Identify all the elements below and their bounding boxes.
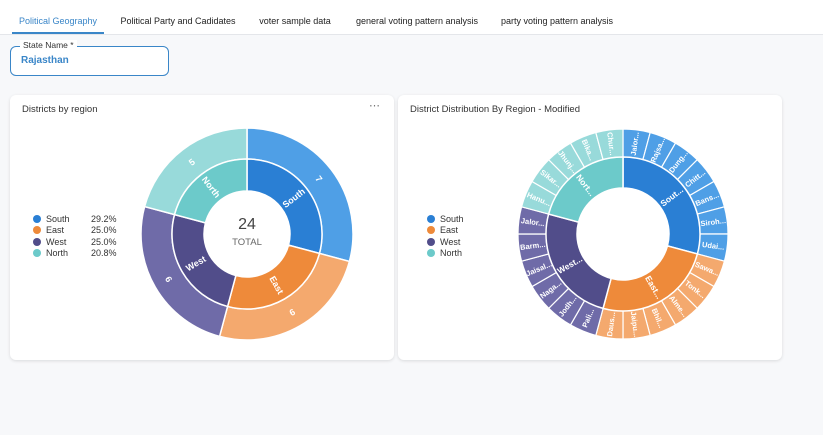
tab-political-geography[interactable]: Political Geography	[12, 8, 104, 34]
state-name-label: State Name *	[20, 40, 77, 50]
state-name-input[interactable]	[21, 55, 161, 66]
state-name-field[interactable]: State Name *	[10, 40, 169, 76]
districts-by-region-card: Districts by region ⋯ South 29.2% East 25.0…	[10, 95, 394, 360]
tab-voter-sample-data[interactable]: voter sample data	[254, 8, 336, 34]
center-total-value: 24	[238, 216, 256, 233]
district-distribution-card: District Distribution By Region - Modifi…	[398, 95, 782, 360]
tab-party-voting-pattern[interactable]: party voting pattern analysis	[496, 8, 618, 34]
sunburst-chart: Jalor... Rajsa... Dung...Chitt...Bans...Si…	[517, 128, 729, 340]
tab-bar: Political Geography Political Party and …	[0, 0, 823, 35]
tab-general-voting-pattern[interactable]: general voting pattern analysis	[350, 8, 484, 34]
center-total-label: TOTAL	[232, 237, 262, 248]
tab-political-party[interactable]: Political Party and Cadidates	[116, 8, 240, 34]
sunburst-chart: South7East6West6North524TOTAL	[140, 127, 354, 341]
